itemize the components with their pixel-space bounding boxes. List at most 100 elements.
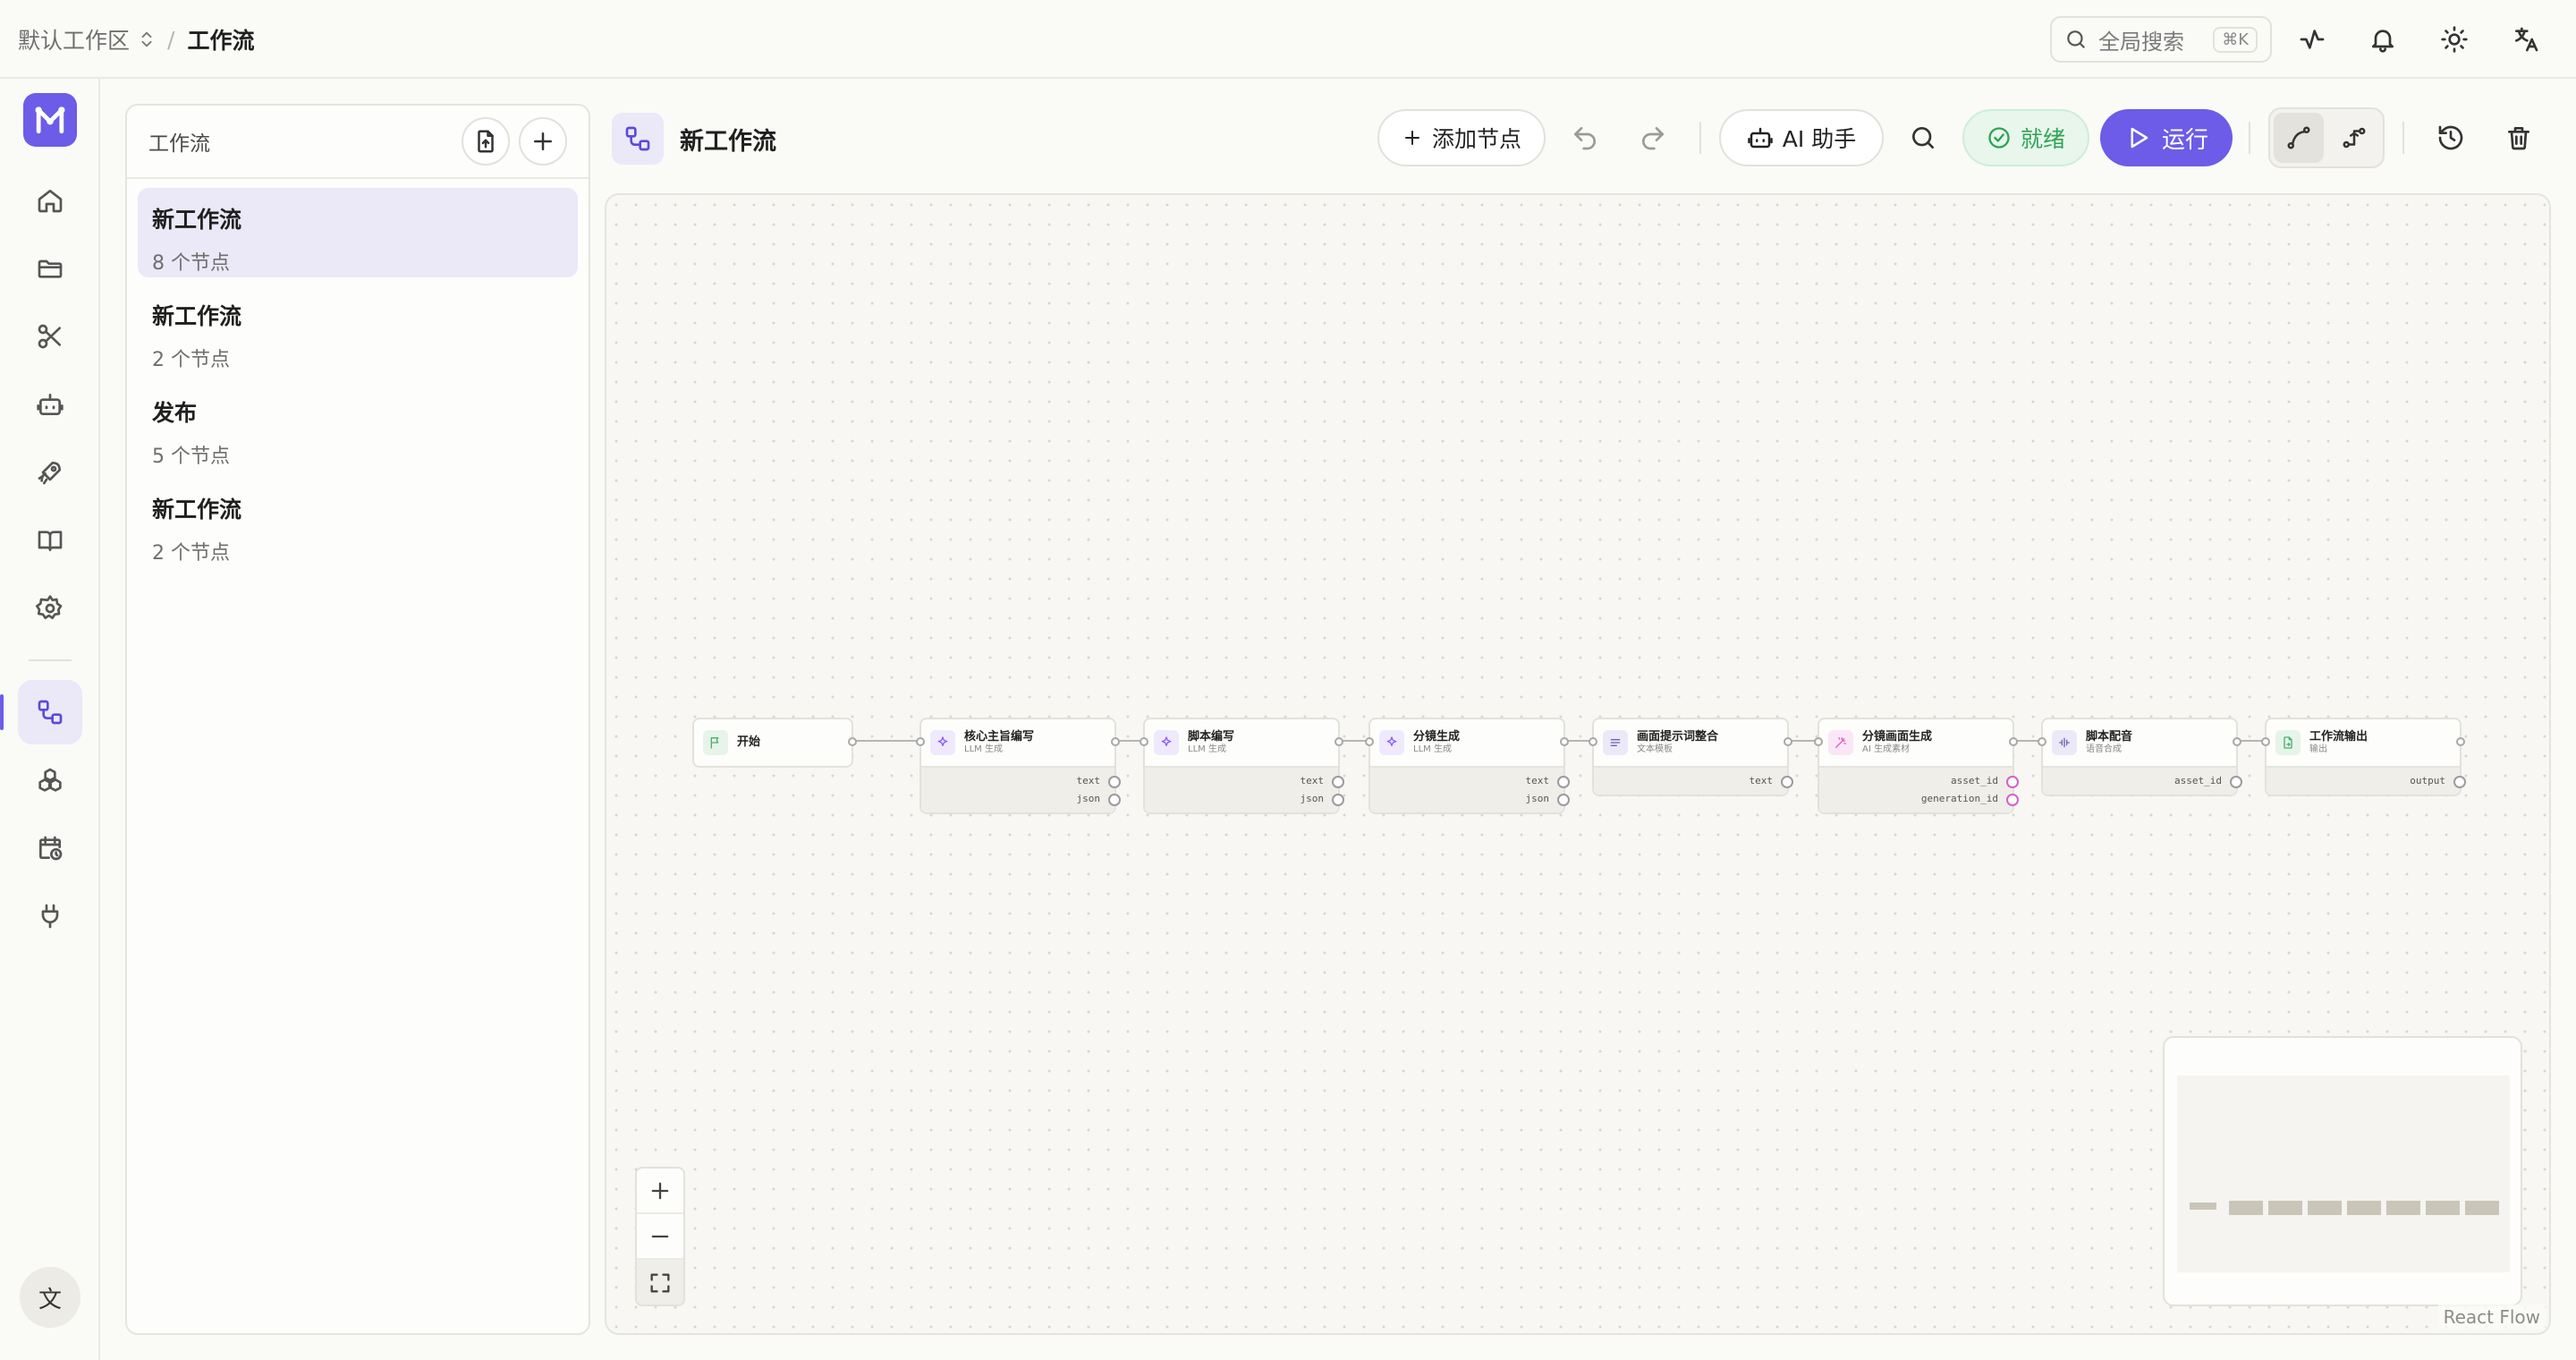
zoom-in-button[interactable]: [637, 1169, 683, 1214]
activity-button[interactable]: [2292, 20, 2332, 59]
output-port[interactable]: text: [921, 771, 1121, 789]
workflow-node-llm[interactable]: 核心主旨编写 LLM 生成 text json: [916, 718, 1121, 814]
undo-button[interactable]: [1565, 118, 1605, 157]
node-input-handle[interactable]: [2261, 737, 2270, 746]
bot-icon: [1748, 127, 1773, 149]
nav-models[interactable]: [29, 759, 72, 802]
node-ports: text: [1594, 766, 1793, 795]
node-input-handle[interactable]: [1589, 737, 1597, 746]
plus-icon: [534, 132, 552, 150]
nav-plugins[interactable]: [29, 895, 72, 938]
fit-view-button[interactable]: [637, 1260, 683, 1305]
theme-toggle-button[interactable]: [2435, 20, 2474, 59]
node-icon: [2052, 730, 2077, 755]
workflow-item[interactable]: 新工作流 2 个节点: [138, 478, 578, 567]
node-output-handle[interactable]: [848, 737, 857, 746]
output-port[interactable]: output: [2267, 771, 2466, 789]
nav-settings[interactable]: [29, 587, 72, 630]
output-port[interactable]: text: [1145, 771, 1344, 789]
node-input-handle[interactable]: [916, 737, 925, 746]
nav-home[interactable]: [29, 179, 72, 222]
nav-agents[interactable]: [29, 383, 72, 426]
curved-edge-button[interactable]: [2274, 113, 2324, 163]
node-type: LLM 生成: [964, 744, 1003, 754]
workflow-item[interactable]: 发布 5 个节点: [138, 381, 578, 471]
workflow-node-llm[interactable]: 分镜生成 LLM 生成 text json: [1365, 718, 1570, 814]
node-ports: asset_id: [2043, 766, 2242, 795]
output-port[interactable]: text: [1370, 771, 1570, 789]
output-port[interactable]: json: [921, 789, 1121, 807]
run-button[interactable]: 运行: [2100, 109, 2233, 166]
minimap[interactable]: [2163, 1036, 2522, 1306]
minimap-viewport[interactable]: [2177, 1075, 2510, 1272]
ai-assistant-button[interactable]: AI 助手: [1719, 109, 1884, 166]
workflow-canvas[interactable]: 开始 核心主旨编写 LLM 生成 text json 脚本编写 LLM 生成 t…: [605, 193, 2551, 1335]
node-input-handle[interactable]: [1814, 737, 1823, 746]
node-output-handle[interactable]: [1335, 737, 1343, 746]
status-badge: 就绪: [1962, 109, 2089, 166]
node-icon: [1828, 730, 1853, 755]
node-icon: [1379, 730, 1404, 755]
redo-icon: [1642, 127, 1664, 150]
workflow-title[interactable]: 新工作流: [680, 122, 776, 157]
node-output-handle[interactable]: [2456, 737, 2465, 746]
edge-style-toggle: [2268, 107, 2385, 168]
node-output-handle[interactable]: [1560, 737, 1569, 746]
nav-schedule[interactable]: [29, 827, 72, 870]
new-workflow-button[interactable]: [519, 117, 567, 166]
app-logo[interactable]: [23, 93, 77, 147]
add-node-label: 添加节点: [1431, 126, 1521, 152]
workflow-item[interactable]: 新工作流 8 个节点: [138, 188, 578, 277]
node-output-handle[interactable]: [1784, 737, 1792, 746]
output-port[interactable]: text: [1594, 771, 1793, 789]
panel-header: 工作流: [127, 106, 589, 179]
node-input-handle[interactable]: [1140, 737, 1148, 746]
workflow-node-asset[interactable]: 分镜画面生成 AI 生成素材 asset_id generation_id: [1814, 718, 2019, 814]
plug-icon: [41, 904, 59, 929]
nav-editing[interactable]: [29, 315, 72, 358]
step-edge-icon: [2343, 127, 2366, 149]
redo-button[interactable]: [1633, 118, 1673, 157]
node-type: LLM 生成: [1188, 744, 1226, 754]
workspace-switcher[interactable]: 默认工作区: [18, 23, 130, 55]
nav-files[interactable]: [29, 247, 72, 290]
workflow-item[interactable]: 新工作流 2 个节点: [138, 285, 578, 374]
node-output-handle[interactable]: [1111, 737, 1120, 746]
node-output-handle[interactable]: [2009, 737, 2018, 746]
node-input-handle[interactable]: [1365, 737, 1374, 746]
step-edge-button[interactable]: [2329, 113, 2379, 163]
nav-workflows[interactable]: [18, 680, 82, 744]
node-title: 脚本配音: [2086, 730, 2133, 744]
delete-workflow-button[interactable]: [2499, 118, 2538, 157]
sparkles-icon: [1386, 736, 1397, 746]
translate-icon: [2515, 27, 2538, 52]
import-workflow-button[interactable]: [462, 117, 510, 166]
output-port[interactable]: asset_id: [2043, 771, 2242, 789]
react-flow-attribution[interactable]: React Flow: [2437, 1305, 2546, 1330]
workflow-node-llm[interactable]: 脚本编写 LLM 生成 text json: [1140, 718, 1344, 814]
workflow-node-tts[interactable]: 脚本配音 语音合成 asset_id: [2038, 718, 2242, 796]
node-type: 语音合成: [2086, 744, 2122, 754]
chevron-up-down-icon[interactable]: [137, 30, 157, 49]
global-search[interactable]: 全局搜索 ⌘K: [2050, 16, 2272, 63]
language-switch-button[interactable]: 文: [20, 1267, 80, 1328]
node-input-handle[interactable]: [2038, 737, 2046, 746]
notifications-button[interactable]: [2363, 20, 2402, 59]
output-port[interactable]: json: [1145, 789, 1344, 807]
workflow-node-output[interactable]: 工作流输出 输出 output: [2261, 718, 2466, 796]
history-button[interactable]: [2431, 118, 2470, 157]
node-title: 核心主旨编写: [964, 730, 1035, 744]
add-node-button[interactable]: 添加节点: [1377, 109, 1546, 166]
workflow-node-start[interactable]: 开始: [692, 718, 857, 768]
output-port[interactable]: json: [1370, 789, 1570, 807]
workflow-node-template[interactable]: 画面提示词整合 文本模板 text: [1589, 718, 1793, 796]
toolbar-divider: [2249, 122, 2250, 154]
zoom-out-button[interactable]: [637, 1214, 683, 1260]
node-output-handle[interactable]: [2233, 737, 2241, 746]
language-button[interactable]: [2506, 20, 2546, 59]
nav-publish[interactable]: [29, 451, 72, 494]
nav-library[interactable]: [29, 519, 72, 562]
output-port[interactable]: asset_id: [1819, 771, 2019, 789]
canvas-search-button[interactable]: [1903, 118, 1943, 157]
output-port[interactable]: generation_id: [1819, 789, 2019, 807]
